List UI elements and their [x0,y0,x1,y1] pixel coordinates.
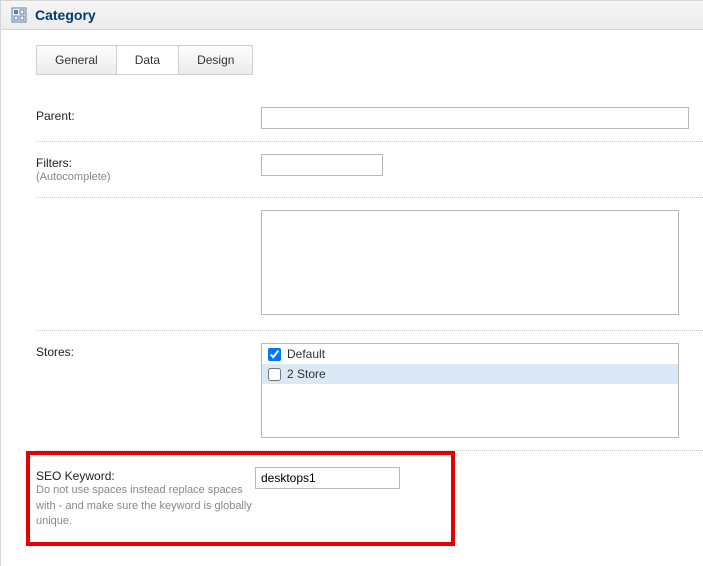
store-label-2store: 2 Store [287,367,326,381]
tab-general[interactable]: General [36,45,117,75]
tab-data[interactable]: Data [116,45,179,75]
store-checkbox-default[interactable] [268,348,281,361]
tabs: General Data Design [36,45,703,75]
row-parent: Parent: [36,95,703,142]
store-checkbox-2store[interactable] [268,368,281,381]
page-title: Category [35,7,96,23]
store-option-2store[interactable]: 2 Store [262,364,678,384]
store-option-default[interactable]: Default [262,344,678,364]
row-textarea [36,198,703,331]
hint-filters: (Autocomplete) [36,170,261,185]
label-parent: Parent: [36,107,261,123]
row-stores: Stores: Default 2 Store [36,331,703,451]
seo-highlight-box: SEO Keyword: Do not use spaces instead r… [26,451,455,545]
hint-seo: Do not use spaces instead replace spaces… [36,483,255,529]
label-seo: SEO Keyword: [36,469,115,483]
label-filters: Filters: [36,156,72,170]
textarea-field[interactable] [261,210,679,315]
seo-keyword-input[interactable] [255,467,400,489]
filters-input[interactable] [261,154,383,176]
category-icon [11,7,27,23]
store-label-default: Default [287,347,325,361]
row-seo: SEO Keyword: Do not use spaces instead r… [36,463,445,533]
row-filters: Filters: (Autocomplete) [36,142,703,198]
panel-header: Category [1,1,703,30]
stores-list[interactable]: Default 2 Store [261,343,679,438]
category-panel: Category General Data Design Parent: Fil… [0,0,703,566]
panel-body: General Data Design Parent: Filters: (Au… [1,30,703,566]
tab-design[interactable]: Design [178,45,253,75]
label-stores: Stores: [36,345,74,359]
parent-input[interactable] [261,107,689,129]
